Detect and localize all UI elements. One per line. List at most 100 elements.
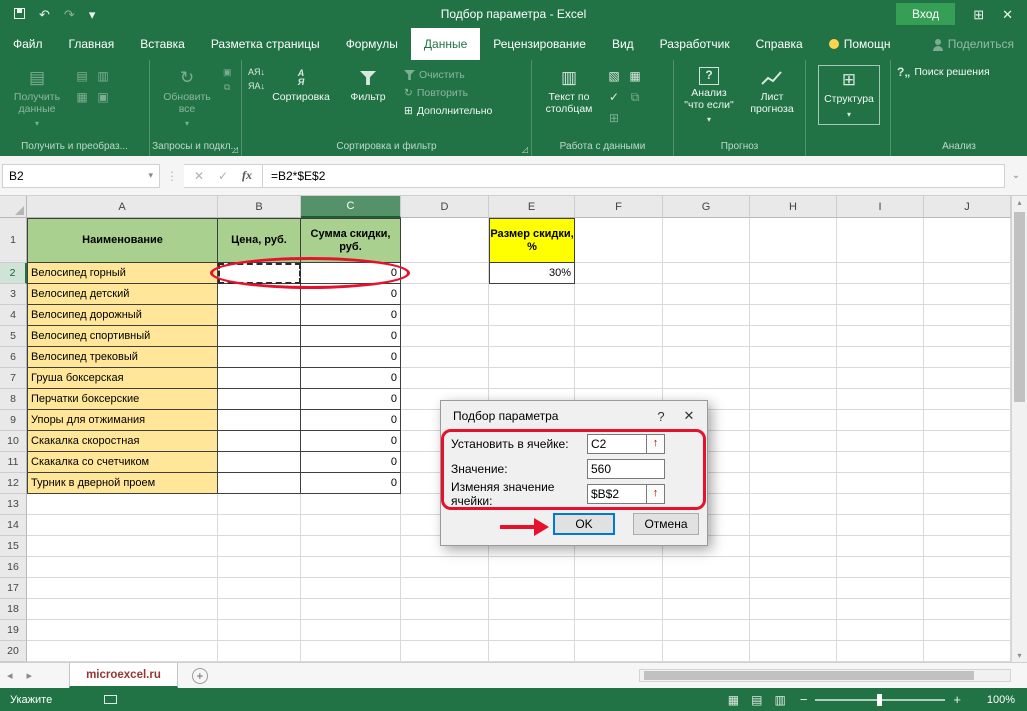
- cancel-formula-icon[interactable]: ✕: [188, 169, 210, 183]
- row-header-10[interactable]: 10: [0, 431, 27, 452]
- cell-D4[interactable]: [401, 305, 489, 326]
- vertical-scroll-thumb[interactable]: [1014, 212, 1025, 402]
- cell-C2[interactable]: 0: [301, 263, 401, 284]
- cell-G16[interactable]: [663, 557, 750, 578]
- tab-developer[interactable]: Разработчик: [647, 28, 743, 60]
- cell-H16[interactable]: [750, 557, 837, 578]
- cell-J7[interactable]: [924, 368, 1011, 389]
- cell-D3[interactable]: [401, 284, 489, 305]
- cell-J17[interactable]: [924, 578, 1011, 599]
- cancel-button[interactable]: Отмена: [633, 513, 699, 535]
- horizontal-scroll-thumb[interactable]: [644, 671, 974, 680]
- forecast-sheet-button[interactable]: Лист прогноза: [743, 65, 801, 115]
- cell-I5[interactable]: [837, 326, 924, 347]
- sort-button[interactable]: АЯ Сортировка: [270, 65, 332, 104]
- cell-G17[interactable]: [663, 578, 750, 599]
- cell-B15[interactable]: [218, 536, 301, 557]
- page-layout-view-icon[interactable]: ▤: [745, 693, 768, 707]
- column-header-A[interactable]: A: [27, 196, 218, 218]
- cell-J10[interactable]: [924, 431, 1011, 452]
- column-header-B[interactable]: B: [218, 196, 301, 218]
- from-web-icon[interactable]: ▥: [94, 67, 112, 85]
- cell-I9[interactable]: [837, 410, 924, 431]
- cell-I12[interactable]: [837, 473, 924, 494]
- column-header-G[interactable]: G: [663, 196, 750, 218]
- macro-record-icon[interactable]: [104, 695, 117, 704]
- cell-B17[interactable]: [218, 578, 301, 599]
- cell-C18[interactable]: [301, 599, 401, 620]
- page-break-view-icon[interactable]: ▥: [768, 693, 791, 707]
- cell-C16[interactable]: [301, 557, 401, 578]
- undo-button[interactable]: ↶: [39, 8, 50, 21]
- row-header-12[interactable]: 12: [0, 473, 27, 494]
- cell-C11[interactable]: 0: [301, 452, 401, 473]
- cell-D17[interactable]: [401, 578, 489, 599]
- cell-I16[interactable]: [837, 557, 924, 578]
- cell-H19[interactable]: [750, 620, 837, 641]
- cell-F7[interactable]: [575, 368, 663, 389]
- cell-F1[interactable]: [575, 218, 663, 263]
- column-header-F[interactable]: F: [575, 196, 663, 218]
- cell-I15[interactable]: [837, 536, 924, 557]
- cell-D7[interactable]: [401, 368, 489, 389]
- remove-duplicates-icon[interactable]: ▦: [626, 67, 644, 85]
- cell-E18[interactable]: [489, 599, 575, 620]
- cell-H18[interactable]: [750, 599, 837, 620]
- zoom-slider[interactable]: [815, 699, 945, 701]
- cell-H2[interactable]: [750, 263, 837, 284]
- cell-A11[interactable]: Скакалка со счетчиком: [27, 452, 218, 473]
- cell-B19[interactable]: [218, 620, 301, 641]
- range-selector-button[interactable]: ↑: [647, 484, 665, 504]
- horizontal-scrollbar[interactable]: [639, 669, 1011, 682]
- ok-button[interactable]: OK: [553, 513, 615, 535]
- name-box[interactable]: B2 ▾: [2, 164, 160, 188]
- cell-F4[interactable]: [575, 305, 663, 326]
- dialog-close-button[interactable]: ✕: [675, 405, 703, 427]
- cell-H10[interactable]: [750, 431, 837, 452]
- data-validation-icon[interactable]: ✓: [605, 88, 623, 106]
- cell-C4[interactable]: 0: [301, 305, 401, 326]
- cell-F20[interactable]: [575, 641, 663, 662]
- cell-H4[interactable]: [750, 305, 837, 326]
- row-header-14[interactable]: 14: [0, 515, 27, 536]
- formula-bar-handle[interactable]: ⋮: [160, 169, 184, 183]
- recent-sources-icon[interactable]: ▣: [94, 88, 112, 106]
- sheet-tab-microexcel[interactable]: microexcel.ru: [69, 663, 178, 688]
- cell-I7[interactable]: [837, 368, 924, 389]
- cell-A9[interactable]: Упоры для отжимания: [27, 410, 218, 431]
- cell-G18[interactable]: [663, 599, 750, 620]
- cell-D20[interactable]: [401, 641, 489, 662]
- cell-E1[interactable]: Размер скидки, %: [489, 218, 575, 263]
- cell-A4[interactable]: Велосипед дорожный: [27, 305, 218, 326]
- cell-A15[interactable]: [27, 536, 218, 557]
- row-header-9[interactable]: 9: [0, 410, 27, 431]
- cell-D2[interactable]: [401, 263, 489, 284]
- column-header-H[interactable]: H: [750, 196, 837, 218]
- close-button[interactable]: ✕: [1002, 8, 1013, 21]
- row-header-18[interactable]: 18: [0, 599, 27, 620]
- cell-H6[interactable]: [750, 347, 837, 368]
- row-header-15[interactable]: 15: [0, 536, 27, 557]
- cell-I17[interactable]: [837, 578, 924, 599]
- cell-D19[interactable]: [401, 620, 489, 641]
- cell-C20[interactable]: [301, 641, 401, 662]
- zoom-slider-thumb[interactable]: [877, 694, 882, 706]
- cell-E19[interactable]: [489, 620, 575, 641]
- scroll-up-icon[interactable]: ▴: [1012, 198, 1027, 207]
- zoom-level[interactable]: 100%: [969, 694, 1015, 706]
- cell-J1[interactable]: [924, 218, 1011, 263]
- cell-J12[interactable]: [924, 473, 1011, 494]
- column-header-I[interactable]: I: [837, 196, 924, 218]
- set-cell-input[interactable]: [587, 434, 647, 454]
- cell-H3[interactable]: [750, 284, 837, 305]
- redo-button[interactable]: ↷: [64, 8, 75, 21]
- row-header-16[interactable]: 16: [0, 557, 27, 578]
- tab-formulas[interactable]: Формулы: [333, 28, 411, 60]
- row-header-6[interactable]: 6: [0, 347, 27, 368]
- column-header-C[interactable]: C: [301, 196, 401, 218]
- cell-G1[interactable]: [663, 218, 750, 263]
- column-header-J[interactable]: J: [924, 196, 1011, 218]
- cell-A10[interactable]: Скакалка скоростная: [27, 431, 218, 452]
- cell-A2[interactable]: Велосипед горный: [27, 263, 218, 284]
- consolidate-icon[interactable]: ⧉: [626, 88, 644, 106]
